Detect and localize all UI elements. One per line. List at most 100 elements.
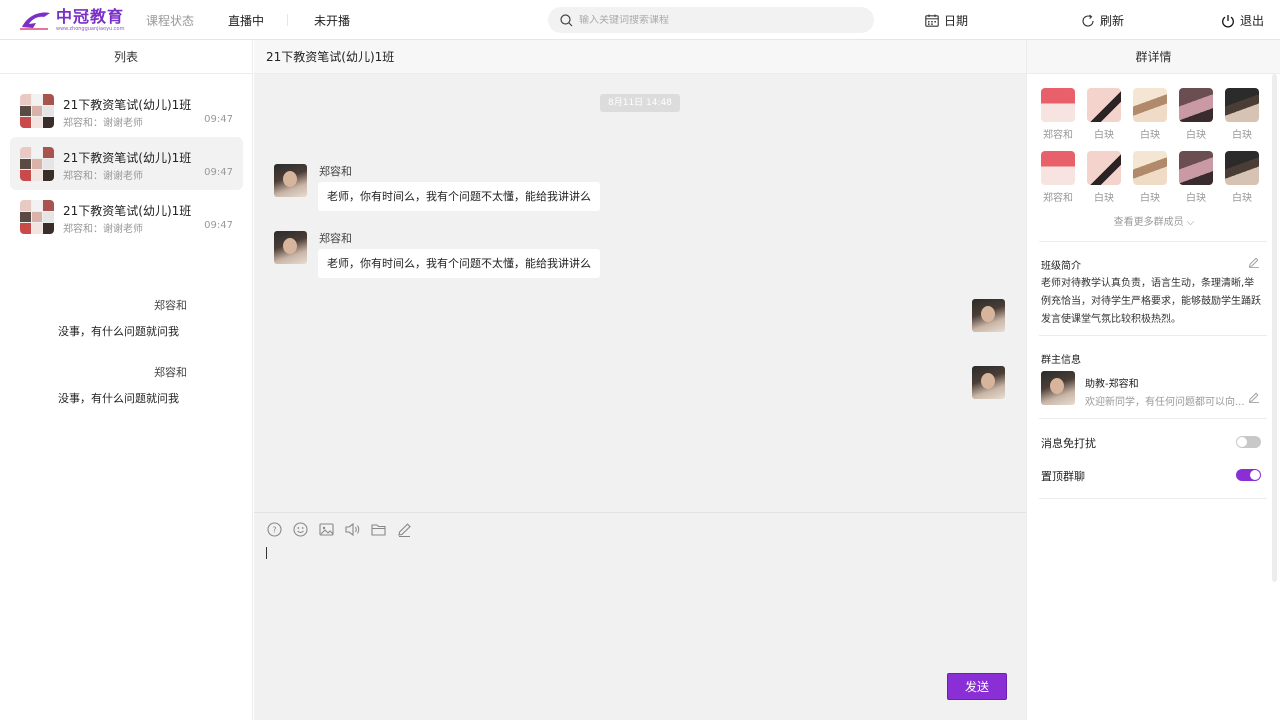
conversation-preview: 郑容和：谢谢老师 — [63, 224, 143, 235]
chat-panel: 21下教资笔试(幼儿)1班 8月11日 14:48 郑容和 老师，你有时间么，我… — [49, 40, 1026, 720]
sender-avatar[interactable] — [972, 366, 1005, 399]
message-bubble[interactable]: 老师，你有时间么，我有个问题不太懂，能给我讲讲么 — [318, 182, 600, 211]
member-name: 白玦 — [1140, 130, 1160, 141]
conversation-item[interactable]: 21下教资笔试(幼儿)1班 郑容和：谢谢老师 09:47 — [10, 190, 243, 243]
intro-text: 老师对待教学认真负责，语言生动，条理清晰,举例充恰当，对待学生严格要求，能够鼓励… — [1041, 278, 1261, 325]
conversation-title: 21下教资笔试(幼儿)1班 — [63, 204, 192, 218]
composer-toolbar: ? — [266, 521, 413, 538]
voice-icon[interactable] — [344, 521, 361, 538]
member-item[interactable]: 白玦 — [1222, 88, 1262, 141]
pin-label: 置顶群聊 — [1041, 470, 1085, 483]
member-name: 白玦 — [1094, 130, 1114, 141]
member-name: 郑容和 — [1043, 130, 1073, 141]
time-divider: 8月11日 14:48 — [600, 94, 680, 112]
divider — [1039, 241, 1267, 242]
nav-upcoming[interactable]: 未开播 — [314, 12, 350, 29]
conversation-time: 09:47 — [204, 114, 233, 125]
member-avatar — [1041, 88, 1075, 122]
mute-toggle[interactable] — [1236, 436, 1261, 448]
edit-intro-icon[interactable] — [1248, 256, 1260, 268]
chat-title: 21下教资笔试(幼儿)1班 — [254, 40, 1026, 74]
edit-icon[interactable] — [396, 521, 413, 538]
logo-url: www.zhongguanjiaoyu.com — [56, 25, 125, 32]
search-box[interactable] — [548, 7, 874, 33]
member-item[interactable]: 白玦 — [1084, 151, 1124, 204]
message-bubble[interactable]: 没事，有什么问题就问我 — [49, 317, 188, 346]
question-icon[interactable]: ? — [266, 521, 283, 538]
message-bubble[interactable]: 老师，你有时间么，我有个问题不太懂，能给我讲讲么 — [318, 249, 600, 278]
toggle-knob — [1237, 437, 1247, 447]
message-bubble[interactable]: 没事，有什么问题就问我 — [49, 384, 188, 413]
member-avatar — [1133, 88, 1167, 122]
member-name: 郑容和 — [1043, 193, 1073, 204]
member-name: 白玦 — [1232, 193, 1252, 204]
member-name: 白玦 — [1186, 130, 1206, 141]
member-item[interactable]: 白玦 — [1222, 151, 1262, 204]
member-avatar — [1133, 151, 1167, 185]
emoji-icon[interactable] — [292, 521, 309, 538]
member-avatar — [1179, 88, 1213, 122]
nav-course-status[interactable]: 课程状态 — [146, 12, 194, 29]
conversation-preview: 郑容和：谢谢老师 — [63, 171, 143, 182]
scrollbar[interactable] — [1272, 74, 1277, 582]
edit-owner-icon[interactable] — [1248, 391, 1260, 403]
member-item[interactable]: 白玦 — [1084, 88, 1124, 141]
owner-avatar[interactable] — [1041, 371, 1075, 405]
owner-title: 群主信息 — [1041, 355, 1081, 366]
logo-title: 中冠教育 — [56, 6, 125, 26]
owner-description: 欢迎新同学，有任何问题都可以向... — [1085, 397, 1245, 408]
top-bar: 中冠教育 www.zhongguanjiaoyu.com 课程状态 直播中 未开… — [0, 0, 1280, 40]
sender-name: 郑容和 — [154, 299, 187, 312]
calendar-icon — [925, 14, 939, 27]
conversation-title: 21下教资笔试(幼儿)1班 — [63, 151, 192, 165]
member-item[interactable]: 白玦 — [1176, 151, 1216, 204]
text-input-caret[interactable] — [266, 547, 267, 559]
conversation-title: 21下教资笔试(幼儿)1班 — [63, 98, 192, 112]
conversation-sidebar: 列表 21下教资笔试(幼儿)1班 郑容和：谢谢老师 09:47 21下教资笔试(… — [0, 40, 253, 720]
sender-name: 郑容和 — [319, 232, 352, 245]
divider — [1039, 418, 1267, 419]
member-item[interactable]: 郑容和 — [1038, 88, 1078, 141]
member-avatar — [1179, 151, 1213, 185]
date-button[interactable]: 日期 — [925, 12, 968, 29]
send-button[interactable]: 发送 — [947, 673, 1007, 700]
conversation-time: 09:47 — [204, 220, 233, 231]
member-name: 白玦 — [1186, 193, 1206, 204]
sender-name: 郑容和 — [319, 165, 352, 178]
owner-name: 助教-郑容和 — [1085, 379, 1139, 390]
conversation-preview: 郑容和：谢谢老师 — [63, 118, 143, 129]
refresh-label: 刷新 — [1100, 14, 1125, 28]
exit-button[interactable]: 退出 — [1221, 12, 1264, 29]
logo[interactable]: 中冠教育 www.zhongguanjiaoyu.com — [18, 8, 124, 32]
sender-avatar[interactable] — [972, 299, 1005, 332]
refresh-icon — [1082, 14, 1094, 27]
folder-icon[interactable] — [370, 521, 387, 538]
divider — [1039, 335, 1267, 336]
member-item[interactable]: 白玦 — [1130, 88, 1170, 141]
toggle-knob — [1250, 470, 1260, 480]
conversation-item-active[interactable]: 21下教资笔试(幼儿)1班 郑容和：谢谢老师 09:47 — [10, 137, 243, 190]
member-item[interactable]: 郑容和 — [1038, 151, 1078, 204]
refresh-button[interactable]: 刷新 — [1081, 12, 1124, 29]
sender-avatar[interactable] — [274, 164, 307, 197]
svg-text:?: ? — [272, 526, 276, 535]
logo-icon — [20, 12, 50, 30]
conversation-item[interactable]: 21下教资笔试(幼儿)1班 郑容和：谢谢老师 09:47 — [10, 84, 243, 137]
member-name: 白玦 — [1232, 130, 1252, 141]
member-avatar — [1225, 88, 1259, 122]
group-avatar — [20, 200, 54, 234]
message-composer: ? 发送 — [254, 512, 1026, 720]
sidebar-title: 列表 — [0, 40, 252, 74]
nav-live[interactable]: 直播中 — [228, 12, 264, 29]
more-members-link[interactable]: 查看更多群成员 ⌵ — [1027, 213, 1280, 228]
pin-toggle[interactable] — [1236, 469, 1261, 481]
member-avatar — [1087, 88, 1121, 122]
member-item[interactable]: 白玦 — [1130, 151, 1170, 204]
sender-avatar[interactable] — [274, 231, 307, 264]
intro-title: 班级简介 — [1041, 261, 1081, 272]
group-details-panel: 群详情 郑容和 白玦 白玦 白玦 白玦 郑容和 白玦 白玦 白玦 白玦 查看更多群成员 ⌵ 班级简… — [1026, 40, 1280, 720]
member-item[interactable]: 白玦 — [1176, 88, 1216, 141]
search-input[interactable] — [579, 14, 849, 26]
panel-title: 群详情 — [1027, 40, 1280, 74]
image-icon[interactable] — [318, 521, 335, 538]
